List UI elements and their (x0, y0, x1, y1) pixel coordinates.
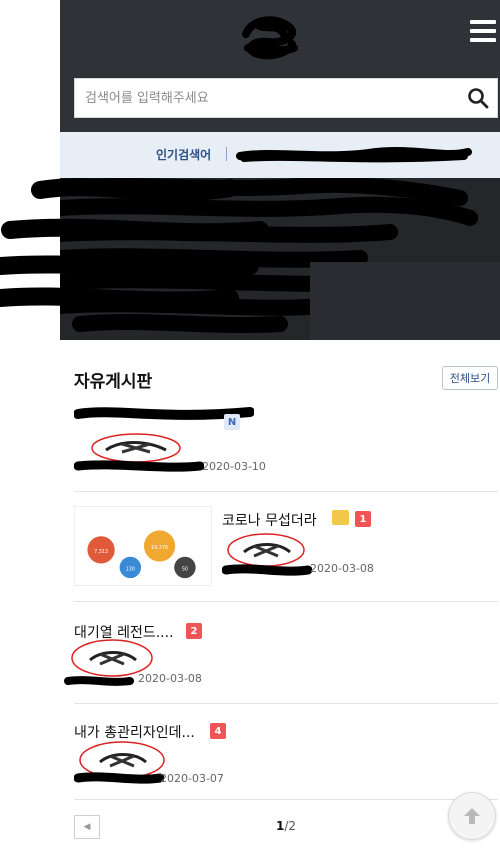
svg-text:130: 130 (126, 566, 135, 572)
popular-search-label: 인기검색어 (156, 148, 212, 162)
comment-count-badge: 4 (210, 723, 226, 739)
chevron-left-icon[interactable]: ◀ (74, 815, 100, 839)
download-file-icon (332, 510, 349, 525)
post-date: 2020-03-08 (138, 672, 202, 685)
redacted-author (74, 772, 164, 784)
svg-text:19,376: 19,376 (151, 545, 168, 551)
post-title: 코로나 무섭더라 (222, 513, 317, 529)
arrow-up-icon (464, 808, 480, 824)
hamburger-menu-icon[interactable] (470, 20, 496, 44)
redacted-author (222, 564, 312, 576)
popular-search-term[interactable] (236, 144, 472, 164)
list-item[interactable]: 7,313 19,376 130 50 코로나 무섭더라 1 2020-03-0… (74, 492, 498, 602)
pagination: ◀ 1/2 (74, 815, 498, 839)
view-all-button[interactable]: 전체보기 (442, 366, 498, 390)
new-badge: N (224, 414, 240, 430)
post-date: 2020-03-07 (160, 772, 224, 785)
list-item[interactable]: 대기열 레전드.... 2 2020-03-08 (64, 602, 498, 704)
redacted-author (64, 676, 134, 686)
page-indicator: 1/2 (276, 819, 296, 833)
comment-count-badge: 2 (186, 623, 202, 639)
board-title: 자유게시판 (74, 372, 153, 392)
redacted-author (74, 460, 204, 472)
list-item[interactable]: 내가 총관리자인데... 4 2020-03-07 (74, 704, 498, 800)
svg-text:50: 50 (182, 566, 188, 572)
comment-count-badge: 1 (355, 511, 371, 527)
svg-text:7,313: 7,313 (94, 549, 108, 555)
search-box (74, 78, 498, 118)
post-date: 2020-03-10 (202, 460, 266, 473)
list-item[interactable]: N 2020-03-10 (74, 400, 498, 492)
mobile-page: 인기검색어 자유게시판 전체보기 N 2020-03-10 (0, 0, 500, 848)
redaction-scribble (0, 178, 269, 310)
site-logo[interactable] (238, 14, 300, 60)
total-pages: /2 (284, 819, 297, 833)
post-date: 2020-03-08 (310, 562, 374, 575)
scroll-top-button[interactable] (448, 792, 496, 840)
search-icon[interactable] (467, 87, 489, 109)
divider (226, 147, 227, 161)
header (60, 0, 500, 132)
post-thumbnail: 7,313 19,376 130 50 (74, 506, 212, 586)
search-input[interactable] (75, 79, 455, 117)
